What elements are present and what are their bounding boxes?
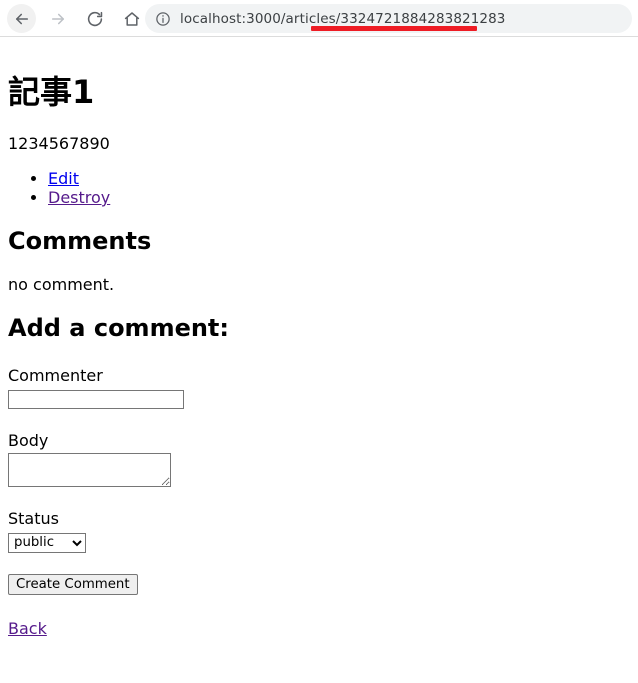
destroy-link[interactable]: Destroy <box>48 188 110 207</box>
list-item: Destroy <box>48 188 630 207</box>
status-field-group: Status public <box>8 509 630 553</box>
body-label: Body <box>8 431 49 450</box>
info-circle-icon[interactable] <box>154 10 171 27</box>
url-highlight-annotation <box>311 26 477 31</box>
reload-icon <box>86 10 104 28</box>
back-row: Back <box>8 619 630 638</box>
arrow-right-icon <box>49 10 67 28</box>
submit-row: Create Comment <box>8 573 630 595</box>
new-comment-form: Commenter Body Status public Create Comm… <box>8 366 630 595</box>
reload-button[interactable] <box>80 4 109 33</box>
body-textarea[interactable] <box>8 453 171 487</box>
article-body: 1234567890 <box>8 134 110 153</box>
forward-button <box>43 4 72 33</box>
status-label: Status <box>8 509 59 528</box>
back-link[interactable]: Back <box>8 619 47 638</box>
page-content: 記事1 1234567890 Edit Destroy Comments no … <box>0 38 638 646</box>
back-button[interactable] <box>7 4 36 33</box>
list-item: Edit <box>48 169 630 188</box>
browser-toolbar: localhost:3000/articles/3324721884283821… <box>0 0 638 37</box>
comments-heading: Comments <box>8 227 152 255</box>
commenter-input[interactable] <box>8 390 184 409</box>
edit-link[interactable]: Edit <box>48 169 79 188</box>
comments-empty-message: no comment. <box>8 275 115 294</box>
page-viewport: 記事1 1234567890 Edit Destroy Comments no … <box>0 38 638 683</box>
article-actions-list: Edit Destroy <box>8 169 630 207</box>
commenter-field-group: Commenter <box>8 366 630 409</box>
page-title: 記事1 <box>8 73 95 111</box>
add-comment-heading: Add a comment: <box>8 314 230 342</box>
arrow-left-icon <box>13 10 31 28</box>
home-button[interactable] <box>117 4 146 33</box>
body-field-group: Body <box>8 431 630 487</box>
home-icon <box>123 10 141 28</box>
commenter-label: Commenter <box>8 366 103 385</box>
status-select[interactable]: public <box>8 532 86 553</box>
url-text: localhost:3000/articles/3324721884283821… <box>180 10 506 27</box>
create-comment-button[interactable]: Create Comment <box>8 573 138 595</box>
